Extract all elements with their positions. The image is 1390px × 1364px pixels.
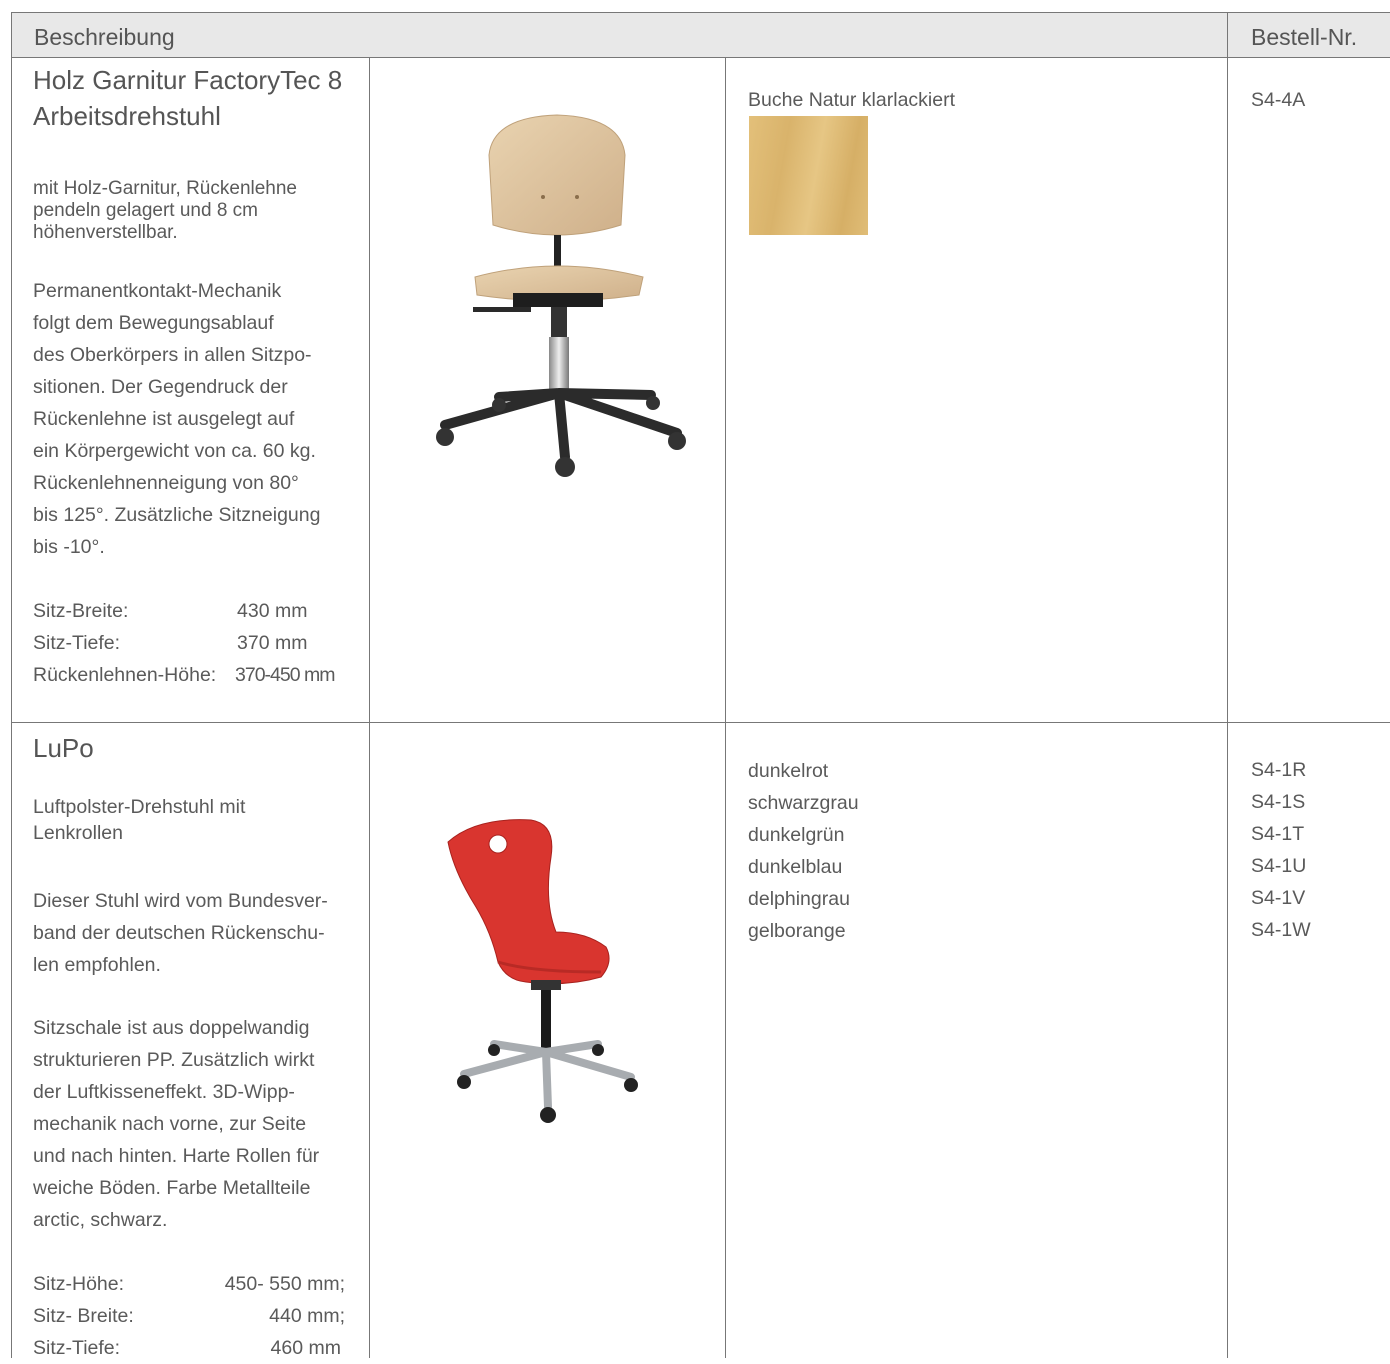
color-option: delphingrau	[748, 888, 850, 910]
wooden-chair-image	[436, 114, 686, 477]
intro-line: Luftpolster-Drehstuhl mit	[33, 796, 246, 818]
intro-line: mit Holz-Garnitur, Rückenlehne	[33, 178, 297, 199]
spec-value: 430 mm	[237, 600, 308, 622]
divider-order-col	[1227, 12, 1228, 1358]
order-number: S4-1S	[1251, 791, 1306, 813]
body-line: und nach hinten. Harte Rollen für	[33, 1145, 320, 1167]
body-line: bis 125°. Zusätzliche Sitzneigung	[33, 504, 321, 526]
color-option: dunkelgrün	[748, 824, 845, 846]
body-line: Permanentkontakt-Mechanik	[33, 280, 282, 302]
body-line: bis -10°.	[33, 536, 105, 558]
intro-line: pendeln gelagert und 8 cm	[33, 200, 258, 221]
body-line: Rückenlehne ist ausgelegt auf	[33, 408, 295, 430]
spec-label: Sitz-Tiefe:	[33, 1337, 121, 1359]
order-number: S4-1U	[1251, 855, 1307, 877]
body-line: der Luftkisseneffekt. 3D-Wipp-	[33, 1081, 295, 1103]
body-line: ein Körpergewicht von ca. 60 kg.	[33, 440, 316, 462]
header-description: Beschreibung	[34, 24, 175, 50]
header-order-number: Bestell-Nr.	[1251, 24, 1358, 50]
spec-label: Rückenlehnen-Höhe:	[33, 664, 217, 686]
order-number: S4-1V	[1251, 887, 1306, 909]
body-line: mechanik nach vorne, zur Seite	[33, 1113, 307, 1135]
spec-label: Sitz-Tiefe:	[33, 632, 121, 654]
table-header: Beschreibung Bestell-Nr.	[11, 12, 1390, 58]
red-chair-image	[447, 819, 638, 1123]
body-line: arctic, schwarz.	[33, 1209, 168, 1231]
border-left	[11, 12, 12, 1358]
spec-value: 370 mm	[237, 632, 308, 654]
body-line: strukturieren PP. Zusätzlich wirkt	[33, 1049, 315, 1071]
variant-label: Buche Natur klarlackiert	[748, 89, 955, 111]
intro-line: Lenkrollen	[33, 822, 123, 844]
order-number: S4-1T	[1251, 823, 1305, 845]
spec-label: Sitz-Höhe:	[33, 1273, 125, 1295]
spec-value: 370-450 mm	[235, 664, 335, 686]
spec-value: 440 mm;	[269, 1305, 345, 1327]
color-option: gelborange	[748, 920, 846, 942]
color-option: dunkelblau	[748, 856, 843, 878]
order-number: S4-4A	[1251, 89, 1306, 111]
body-line: sitionen. Der Gegendruck der	[33, 376, 288, 398]
spec-label: Sitz- Breite:	[33, 1305, 134, 1327]
body-line: len empfohlen.	[33, 954, 161, 976]
product-title: Holz Garnitur FactoryTec 8	[33, 65, 343, 95]
divider-variant-col	[725, 58, 726, 1358]
row-divider	[11, 722, 1390, 723]
body-line: des Oberkörpers in allen Sitzpo-	[33, 344, 312, 366]
body-line: Dieser Stuhl wird vom Bundesver-	[33, 890, 328, 912]
body-line: Sitzschale ist aus doppelwandig	[33, 1017, 310, 1039]
body-line: band der deutschen Rückenschu-	[33, 922, 325, 944]
spec-value: 450- 550 mm;	[224, 1273, 345, 1295]
divider-image-col	[369, 58, 370, 1358]
product-title: LuPo	[33, 733, 94, 763]
body-line: Rückenlehnenneigung von 80°	[33, 472, 299, 494]
color-option: dunkelrot	[748, 760, 829, 782]
order-number: S4-1W	[1251, 919, 1311, 941]
product-table: Beschreibung Bestell-Nr. Holz Garnitur F…	[11, 12, 1390, 1359]
body-line: weiche Böden. Farbe Metallteile	[33, 1177, 311, 1199]
product-subtitle: Arbeitsdrehstuhl	[33, 101, 221, 131]
color-option: schwarzgrau	[748, 792, 859, 814]
spec-value: 460 mm	[270, 1337, 341, 1359]
body-line: folgt dem Bewegungsablauf	[33, 312, 274, 334]
intro-line: höhenverstellbar.	[33, 222, 178, 243]
order-number: S4-1R	[1251, 759, 1307, 781]
wood-swatch	[749, 116, 868, 235]
spec-label: Sitz-Breite:	[33, 600, 129, 622]
